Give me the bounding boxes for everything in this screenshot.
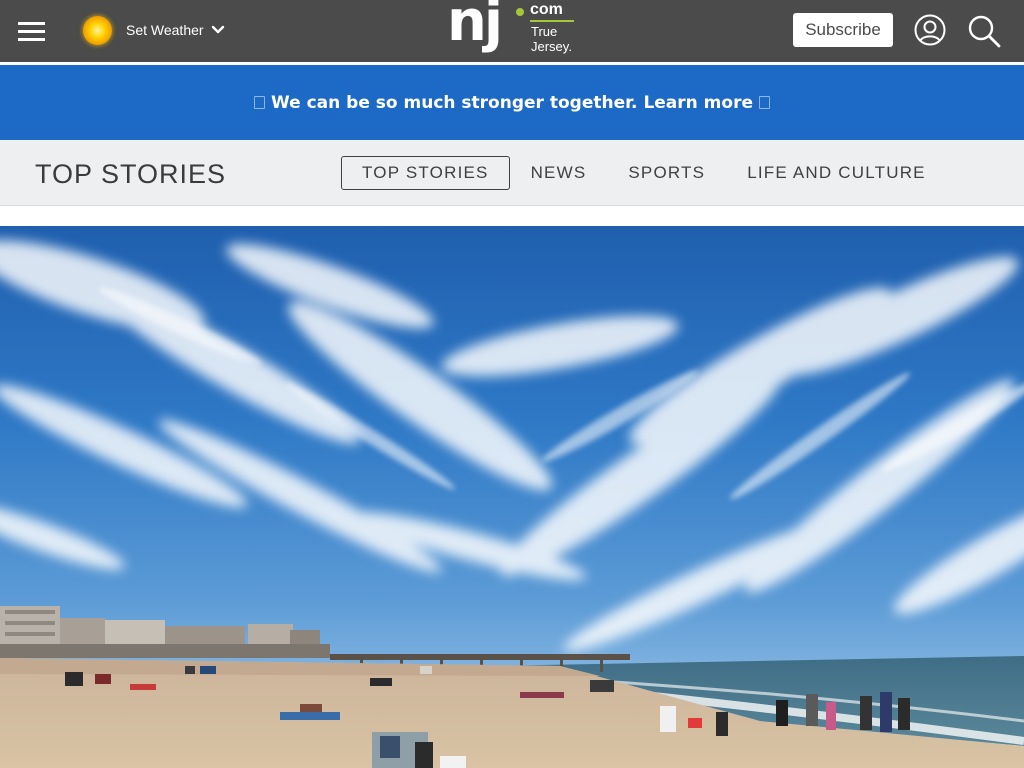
section-title: TOP STORIES xyxy=(35,159,227,189)
logo-brand: nj xyxy=(447,0,503,54)
beach-photo xyxy=(0,226,1024,768)
subscribe-button[interactable]: Subscribe xyxy=(793,13,893,47)
logo-tagline-line1: True xyxy=(531,24,558,39)
logo-dot xyxy=(516,8,524,16)
logo-rule xyxy=(530,20,574,22)
nj-com-logo[interactable]: nj com True Jersey. xyxy=(447,0,579,58)
search-icon[interactable] xyxy=(967,14,1001,48)
hero-image[interactable] xyxy=(0,226,1024,768)
sun-icon xyxy=(83,15,112,45)
tab-sports[interactable]: SPORTS xyxy=(607,156,726,190)
tab-life-and-culture[interactable]: LIFE AND CULTURE xyxy=(726,156,947,190)
logo-tagline-line2: Jersey. xyxy=(531,39,572,54)
set-weather-button[interactable]: Set Weather xyxy=(83,14,226,46)
weather-label: Set Weather xyxy=(126,22,204,38)
tab-news[interactable]: NEWS xyxy=(510,156,608,190)
promo-banner: We can be so much stronger together. Lea… xyxy=(0,65,1024,140)
account-icon[interactable] xyxy=(914,14,946,46)
site-header: Set Weather nj com True Jersey. Subscrib… xyxy=(0,0,1024,62)
chevron-down-icon xyxy=(211,25,224,34)
section-tabs: TOP STORIES NEWS SPORTS LIFE AND CULTURE xyxy=(341,156,947,190)
promo-link[interactable]: We can be so much stronger together. Lea… xyxy=(0,65,1024,140)
promo-text: We can be so much stronger together. Lea… xyxy=(271,92,753,113)
tab-top-stories[interactable]: TOP STORIES xyxy=(341,156,510,190)
logo-domain: com xyxy=(530,1,563,18)
heart-icon xyxy=(254,96,266,109)
heart-icon xyxy=(758,96,770,109)
section-nav: TOP STORIES TOP STORIES NEWS SPORTS LIFE… xyxy=(0,140,1024,206)
hamburger-menu-icon[interactable] xyxy=(18,22,45,41)
